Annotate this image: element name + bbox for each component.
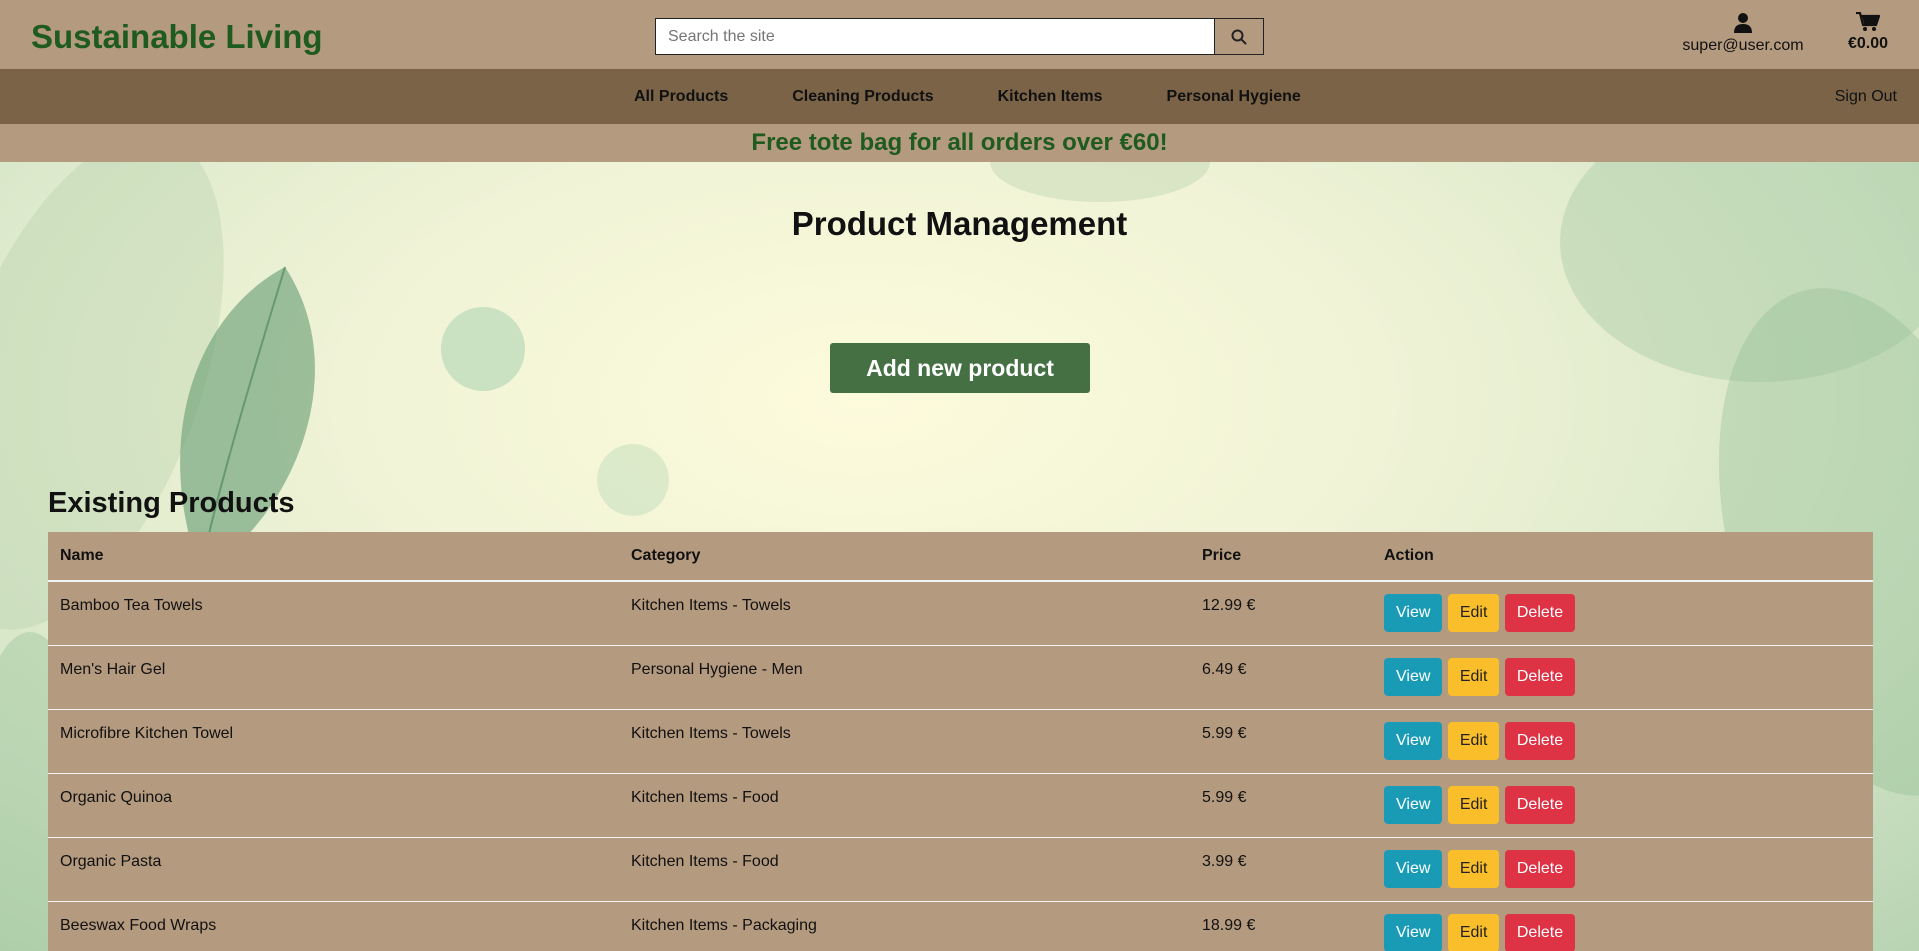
table-row: Men's Hair Gel Personal Hygiene - Men 6.… bbox=[48, 645, 1873, 710]
page-title: Product Management bbox=[791, 205, 1128, 242]
sign-out-link[interactable]: Sign Out bbox=[1835, 69, 1897, 124]
products-table: Name Category Price Action Bamboo Tea To… bbox=[48, 532, 1873, 951]
product-price: 6.49 € bbox=[1190, 645, 1372, 710]
product-price: 5.99 € bbox=[1190, 709, 1372, 774]
row-actions: View Edit Delete bbox=[1372, 901, 1873, 951]
product-category: Kitchen Items - Food bbox=[619, 773, 1190, 838]
nav-links: All Products Cleaning Products Kitchen I… bbox=[620, 69, 1333, 124]
delete-button[interactable]: Delete bbox=[1504, 594, 1576, 632]
edit-button[interactable]: Edit bbox=[1447, 786, 1500, 824]
product-price: 3.99 € bbox=[1190, 837, 1372, 902]
main-content: Product Management Add new product Exist… bbox=[0, 162, 1919, 951]
edit-button[interactable]: Edit bbox=[1447, 914, 1500, 951]
row-actions: View Edit Delete bbox=[1372, 581, 1873, 646]
product-category: Kitchen Items - Towels bbox=[619, 709, 1190, 774]
table-row: Microfibre Kitchen Towel Kitchen Items -… bbox=[48, 709, 1873, 774]
nav-cleaning-products[interactable]: Cleaning Products bbox=[792, 88, 933, 106]
account-email: super@user.com bbox=[1682, 37, 1804, 54]
product-price: 12.99 € bbox=[1190, 581, 1372, 646]
table-row: Organic Quinoa Kitchen Items - Food 5.99… bbox=[48, 773, 1873, 838]
edit-button[interactable]: Edit bbox=[1447, 658, 1500, 696]
product-category: Kitchen Items - Packaging bbox=[619, 901, 1190, 951]
search-form bbox=[655, 18, 1264, 55]
view-button[interactable]: View bbox=[1384, 786, 1443, 824]
cart-total: €0.00 bbox=[1847, 35, 1889, 52]
row-actions: View Edit Delete bbox=[1372, 645, 1873, 710]
header-price: Price bbox=[1190, 532, 1372, 582]
user-icon bbox=[1734, 13, 1752, 33]
nav-all-products[interactable]: All Products bbox=[634, 88, 728, 106]
table-header-row: Name Category Price Action bbox=[48, 532, 1873, 582]
row-actions: View Edit Delete bbox=[1372, 837, 1873, 902]
view-button[interactable]: View bbox=[1384, 722, 1443, 760]
delete-button[interactable]: Delete bbox=[1504, 658, 1576, 696]
delete-button[interactable]: Delete bbox=[1504, 850, 1576, 888]
product-name: Beeswax Food Wraps bbox=[48, 901, 619, 951]
delete-button[interactable]: Delete bbox=[1504, 786, 1576, 824]
view-button[interactable]: View bbox=[1384, 914, 1443, 951]
brand-logo[interactable]: Sustainable Living bbox=[31, 18, 323, 56]
product-name: Organic Pasta bbox=[48, 837, 619, 902]
delete-button[interactable]: Delete bbox=[1504, 914, 1576, 951]
view-button[interactable]: View bbox=[1384, 594, 1443, 632]
row-actions: View Edit Delete bbox=[1372, 709, 1873, 774]
product-name: Bamboo Tea Towels bbox=[48, 581, 619, 646]
row-actions: View Edit Delete bbox=[1372, 773, 1873, 838]
section-title: Existing Products bbox=[48, 487, 295, 519]
main-nav: All Products Cleaning Products Kitchen I… bbox=[0, 69, 1919, 124]
view-button[interactable]: View bbox=[1384, 850, 1443, 888]
search-input[interactable] bbox=[656, 19, 1214, 54]
top-header: Sustainable Living super@user.com €0.00 bbox=[0, 0, 1919, 69]
header-action: Action bbox=[1372, 532, 1873, 582]
delete-button[interactable]: Delete bbox=[1504, 722, 1576, 760]
product-category: Kitchen Items - Towels bbox=[619, 581, 1190, 646]
account-menu[interactable]: super@user.com bbox=[1670, 12, 1816, 55]
edit-button[interactable]: Edit bbox=[1447, 722, 1500, 760]
search-button[interactable] bbox=[1214, 19, 1263, 54]
cart-link[interactable]: €0.00 bbox=[1838, 12, 1898, 53]
product-category: Kitchen Items - Food bbox=[619, 837, 1190, 902]
cart-icon bbox=[1856, 12, 1880, 31]
product-price: 18.99 € bbox=[1190, 901, 1372, 951]
nav-kitchen-items[interactable]: Kitchen Items bbox=[998, 88, 1103, 106]
search-icon bbox=[1231, 29, 1247, 44]
header-category: Category bbox=[619, 532, 1190, 582]
nav-personal-hygiene[interactable]: Personal Hygiene bbox=[1167, 88, 1301, 106]
product-name: Organic Quinoa bbox=[48, 773, 619, 838]
product-name: Microfibre Kitchen Towel bbox=[48, 709, 619, 774]
product-price: 5.99 € bbox=[1190, 773, 1372, 838]
edit-button[interactable]: Edit bbox=[1447, 850, 1500, 888]
table-row: Bamboo Tea Towels Kitchen Items - Towels… bbox=[48, 581, 1873, 646]
add-product-button[interactable]: Add new product bbox=[830, 343, 1090, 393]
product-category: Personal Hygiene - Men bbox=[619, 645, 1190, 710]
edit-button[interactable]: Edit bbox=[1447, 594, 1500, 632]
table-row: Beeswax Food Wraps Kitchen Items - Packa… bbox=[48, 901, 1873, 951]
view-button[interactable]: View bbox=[1384, 658, 1443, 696]
header-name: Name bbox=[48, 532, 619, 582]
table-row: Organic Pasta Kitchen Items - Food 3.99 … bbox=[48, 837, 1873, 902]
promo-banner: Free tote bag for all orders over €60! bbox=[0, 124, 1919, 162]
product-name: Men's Hair Gel bbox=[48, 645, 619, 710]
